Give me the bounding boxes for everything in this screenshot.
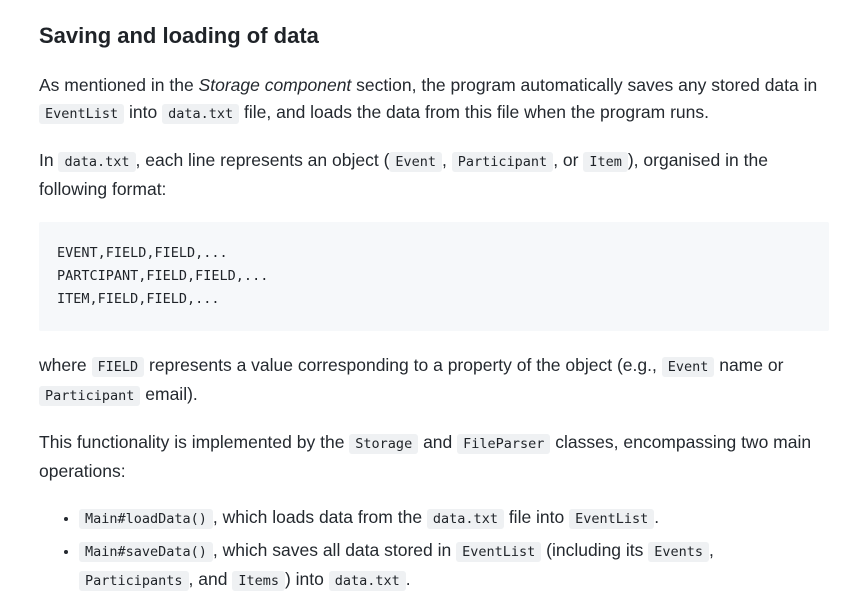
text: (including its [541,540,649,560]
inline-code-fileparser: FileParser [457,434,551,454]
inline-code-data-txt: data.txt [58,152,136,172]
text: . [405,569,411,589]
inline-code-participant: Participant [451,152,554,172]
text: , or [553,150,584,170]
field-paragraph: where FIELD represents a value correspon… [39,352,829,410]
text: where [39,355,92,375]
text: and [418,432,458,452]
inline-code-eventlist: EventList [456,542,542,562]
inline-code-loaddata: Main#loadData() [79,509,213,529]
text: , which loads data from the [212,507,427,527]
text: section, the program automatically saves… [351,75,818,95]
text: file into [503,507,570,527]
text: , [442,150,452,170]
text: This functionality is implemented by the [39,432,350,452]
inline-code-event: Event [389,152,443,172]
text: file, and loads the data from this file … [239,102,709,122]
implementation-paragraph: This functionality is implemented by the… [39,429,829,485]
text: In [39,150,59,170]
inline-code-savedata: Main#saveData() [79,542,213,562]
operations-list: Main#loadData(), which loads data from t… [39,504,829,595]
inline-code-storage: Storage [349,434,419,454]
text: email). [140,384,198,404]
inline-code-participant: Participant [39,386,141,406]
intro-paragraph: As mentioned in the Storage component se… [39,72,829,128]
list-item-save-data: Main#saveData(), which saves all data st… [79,537,829,595]
code-line: EVENT,FIELD,FIELD,... [57,245,228,261]
code-line: ITEM,FIELD,FIELD,... [57,291,220,307]
inline-code-eventlist: EventList [39,104,125,124]
list-item-load-data: Main#loadData(), which loads data from t… [79,504,829,533]
inline-code-data-txt: data.txt [426,509,504,529]
inline-code-data-txt: data.txt [162,104,240,124]
text: As mentioned in the [39,75,199,95]
inline-code-data-txt: data.txt [328,571,406,591]
inline-code-events: Events [648,542,710,562]
document-section: Saving and loading of data As mentioned … [39,22,829,599]
format-paragraph: In data.txt, each line represents an obj… [39,147,829,203]
text: , [709,540,714,560]
inline-code-field: FIELD [91,357,145,377]
inline-code-items: Items [232,571,285,591]
text: , and [188,569,233,589]
text: ) into [284,569,329,589]
section-heading: Saving and loading of data [39,23,319,48]
inline-code-eventlist: EventList [569,509,655,529]
text: into [124,102,163,122]
text: represents a value corresponding to a pr… [144,355,662,375]
inline-code-event: Event [661,357,715,377]
text: name or [714,355,784,375]
code-block: EVENT,FIELD,FIELD,... PARTCIPANT,FIELD,FI… [39,222,829,331]
emphasis-storage-component: Storage component [198,75,352,95]
code-line: PARTCIPANT,FIELD,FIELD,... [57,268,269,284]
text: . [654,507,660,527]
inline-code-item: Item [583,152,628,172]
inline-code-participants: Participants [79,571,189,591]
text: , each line represents an object ( [135,150,390,170]
text: , which saves all data stored in [212,540,457,560]
